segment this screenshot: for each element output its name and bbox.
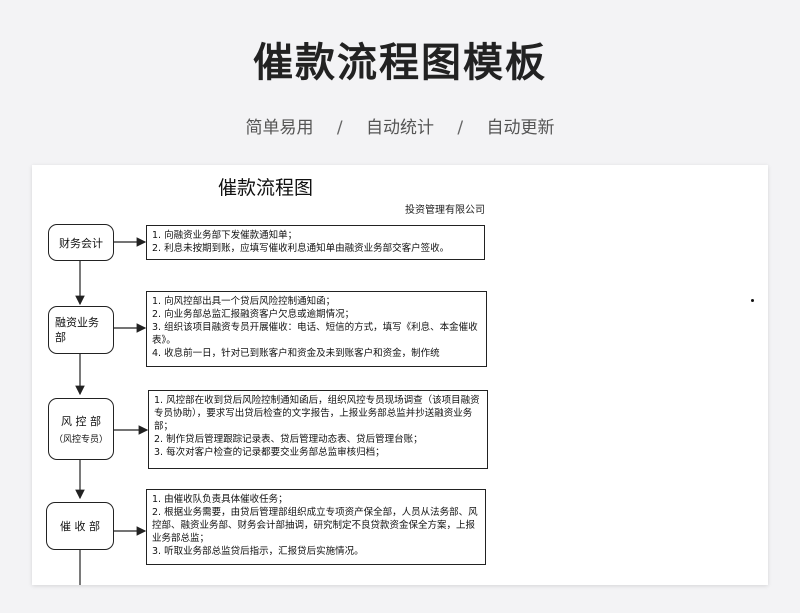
tag-auto-stats: 自动统计 — [366, 118, 434, 138]
note-line: 1. 风控部在收到贷后风险控制通知函后，组织风控专员现场调查（该项目融资专员协助… — [154, 395, 480, 432]
note-line: 1. 向风控部出具一个贷后风险控制通知函； — [152, 296, 336, 307]
step-label: 风 控 部 — [61, 415, 101, 428]
step-label: 财务会计 — [59, 236, 103, 250]
note-line: 2. 利息未按期到账，应填写催收利息通知单由融资业务部交客户签收。 — [152, 243, 450, 254]
tag-separator: / — [336, 118, 343, 138]
step-finance-accounting: 财务会计 — [48, 224, 114, 261]
step-sublabel: （风控专员） — [53, 435, 108, 445]
stray-dot — [751, 299, 754, 302]
step-label: 融资业务部 — [55, 316, 99, 344]
note-line: 4. 收息前一日，针对已到账客户和资金及未到账客户和资金，制作统 — [152, 348, 440, 359]
note-line: 1. 向融资业务部下发催款通知单； — [152, 230, 298, 241]
note-financing-business: 1. 向风控部出具一个贷后风险控制通知函； 2. 向业务部总监汇报融资客户欠息或… — [146, 291, 487, 367]
note-line: 3. 组织该项目融资专员开展催收：电话、短信的方式，填写《利息、本金催收表》。 — [152, 322, 478, 346]
tag-easy: 简单易用 — [245, 118, 314, 138]
note-finance-accounting: 1. 向融资业务部下发催款通知单； 2. 利息未按期到账，应填写催收利息通知单由… — [146, 225, 485, 260]
document-preview: 催款流程图 投资管理有限公司 财务会计 融资业务部 风 控 部 （风控专员） 催… — [32, 165, 768, 585]
note-line: 3. 听取业务部总监贷后指示，汇报贷后实施情况。 — [152, 546, 364, 557]
step-collection: 催 收 部 — [46, 502, 114, 550]
tag-separator: / — [457, 118, 464, 138]
step-financing-business: 融资业务部 — [48, 306, 114, 354]
note-line: 3. 每次对客户检查的记录都要交业务部总监审核归档； — [154, 447, 385, 458]
step-risk-control: 风 控 部 （风控专员） — [48, 398, 114, 460]
tagline: 简单易用 / 自动统计 / 自动更新 — [0, 113, 800, 138]
note-line: 1. 由催收队负责具体催收任务； — [152, 494, 288, 505]
note-line: 2. 向业务部总监汇报融资客户欠息或逾期情况； — [152, 309, 355, 320]
step-label: 催 收 部 — [60, 520, 100, 533]
page-title: 催款流程图模板 — [253, 40, 547, 86]
note-line: 2. 根据业务需要，由贷后管理部组织成立专项资产保全部，人员从法务部、风控部、融… — [152, 507, 478, 544]
note-collection: 1. 由催收队负责具体催收任务； 2. 根据业务需要，由贷后管理部组织成立专项资… — [146, 489, 486, 565]
tag-auto-update: 自动更新 — [486, 118, 555, 138]
note-line: 2. 制作贷后管理跟踪记录表、贷后管理动态表、贷后管理台账； — [154, 434, 423, 445]
note-risk-control: 1. 风控部在收到贷后风险控制通知函后，组织风控专员现场调查（该项目融资专员协助… — [148, 390, 488, 469]
